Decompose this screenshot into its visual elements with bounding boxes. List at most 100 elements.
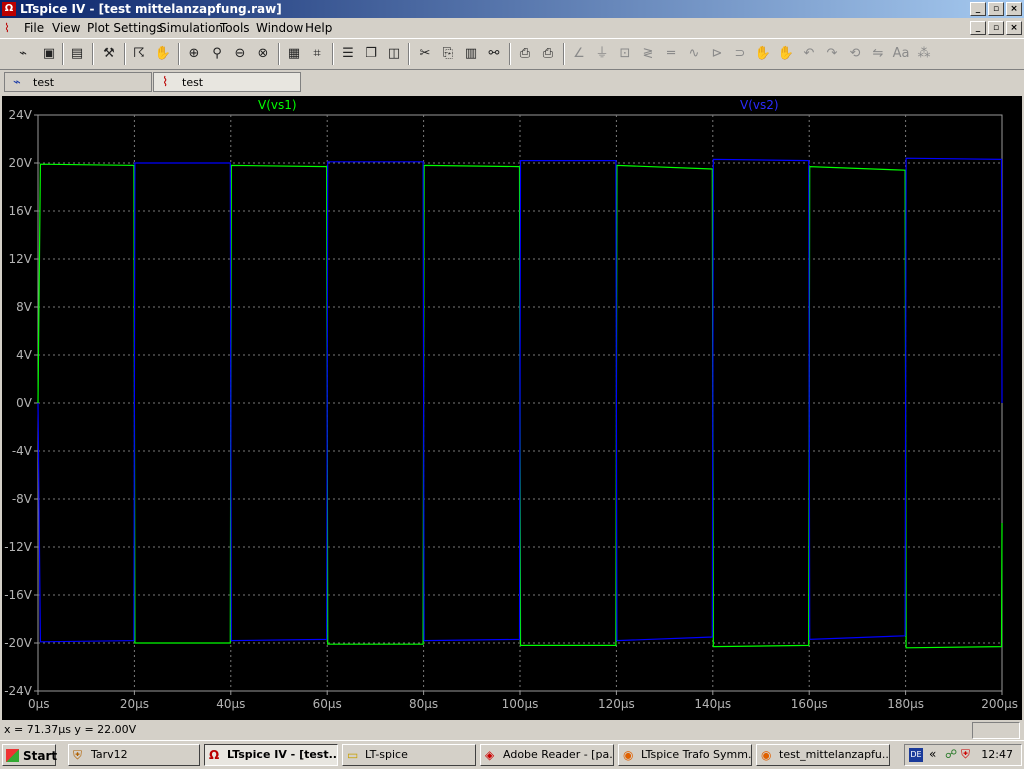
capacitor-icon[interactable]: ═ — [662, 45, 680, 63]
trace-label-vs1[interactable]: V(vs1) — [258, 98, 297, 112]
start-button[interactable]: Start — [2, 744, 57, 766]
y-axis-ticks: 24V 20V 16V 12V 8V 4V 0V -4V -8V -12V -16V -20V -24V — [4, 108, 38, 698]
menu-plot-settings[interactable]: Plot Settings — [87, 21, 163, 35]
run-icon[interactable]: ☈ — [130, 45, 148, 63]
task-ltspice[interactable]: Ω LTspice IV - [test... — [204, 744, 338, 766]
menu-view[interactable]: View — [52, 21, 80, 35]
print-icon[interactable]: ⎙ — [539, 45, 557, 63]
antivirus-shield-icon[interactable]: ⛨ — [961, 747, 970, 762]
language-indicator[interactable]: DE — [909, 748, 923, 762]
ground-icon[interactable]: ⏚ — [593, 45, 611, 63]
firefox-icon: ◉ — [623, 748, 634, 762]
task-firefox-trafo[interactable]: ◉ LTspice Trafo Symm... — [618, 744, 752, 766]
waveform-icon: ⌇ — [162, 75, 169, 90]
traces — [37, 157, 1003, 649]
menu-simulation[interactable]: Simulation — [159, 21, 223, 35]
y-tick-label: -16V — [4, 588, 33, 602]
zoom-out-icon[interactable]: ⚲ — [208, 45, 226, 63]
zoom-in-icon[interactable]: ⊕ — [185, 45, 203, 63]
task-label: Tarv12 — [91, 748, 128, 761]
mdi-close-button[interactable]: × — [1006, 21, 1022, 35]
waveform-doc-icon[interactable]: ⌇ — [4, 21, 20, 35]
move-icon[interactable]: ✋ — [754, 45, 772, 63]
zoom-fit-icon[interactable]: ⊖ — [231, 45, 249, 63]
toolbar-separator — [408, 43, 410, 65]
waveform-icon[interactable]: ⌗ — [308, 45, 326, 63]
pan-icon[interactable]: ✋ — [154, 45, 172, 63]
label-icon[interactable]: ⊡ — [616, 45, 634, 63]
task-adobe-reader[interactable]: ◈ Adobe Reader - [pa... — [480, 744, 614, 766]
hammer-icon[interactable]: ⚒ — [100, 45, 118, 63]
cut-icon[interactable]: ✂ — [416, 45, 434, 63]
y-tick-label: -24V — [4, 684, 33, 698]
drag-icon[interactable]: ✋ — [777, 45, 795, 63]
task-lt-spice-folder[interactable]: ▭ LT-spice — [342, 744, 476, 766]
y-tick-label: 12V — [9, 252, 33, 266]
mirror-icon[interactable]: ⇋ — [869, 45, 887, 63]
document-tabs: ⌁ test mittelanzapfung.asc ⌇ test mittel… — [0, 70, 1024, 109]
tab-schematic[interactable]: ⌁ test mittelanzapfung.asc — [4, 72, 152, 109]
autorange-icon[interactable]: ▦ — [285, 45, 303, 63]
x-tick-label: 120µs — [598, 697, 635, 711]
x-tick-label: 80µs — [409, 697, 438, 711]
tray-expand-icon[interactable]: « — [929, 747, 936, 761]
x-tick-label: 20µs — [120, 697, 149, 711]
trace-vvs2 — [37, 157, 1003, 643]
schematic-icon: ⌁ — [13, 75, 21, 90]
inductor-icon[interactable]: ∿ — [685, 45, 703, 63]
resistor-icon[interactable]: ≷ — [639, 45, 657, 63]
task-tarv12[interactable]: ⛨ Tarv12 — [68, 744, 200, 766]
rotate-icon[interactable]: ⟲ — [846, 45, 864, 63]
taskbar: Start ⛨ Tarv12 Ω LTspice IV - [test... ▭… — [0, 740, 1024, 769]
component-icon[interactable]: ⊃ — [731, 45, 749, 63]
waveform-chart[interactable]: 24V 20V 16V 12V 8V 4V 0V -4V -8V -12V -16V -20V -24V… — [2, 96, 1022, 720]
menu-window[interactable]: Window — [256, 21, 303, 35]
x-tick-label: 0µs — [28, 697, 50, 711]
waveform-plot-pane[interactable]: 24V 20V 16V 12V 8V 4V 0V -4V -8V -12V -16V -20V -24V… — [2, 96, 1022, 720]
tile-horizontal-icon[interactable]: ☰ — [339, 45, 357, 63]
y-tick-label: -12V — [4, 540, 33, 554]
zoom-cancel-icon[interactable]: ⊗ — [254, 45, 272, 63]
spice-directive-icon[interactable]: ⁂ — [915, 45, 933, 63]
find-icon[interactable]: ⚯ — [485, 45, 503, 63]
save-icon[interactable]: ▤ — [68, 45, 86, 63]
maximize-button[interactable]: ▫ — [988, 2, 1004, 16]
menu-file[interactable]: File — [24, 21, 44, 35]
wire-icon[interactable]: ∠ — [570, 45, 588, 63]
diode-icon[interactable]: ⊳ — [708, 45, 726, 63]
mdi-minimize-button[interactable]: _ — [970, 21, 986, 35]
new-schematic-icon[interactable]: ⌁ — [14, 45, 32, 63]
x-axis-ticks: 0µs 20µs 40µs 60µs 80µs 100µs 120µs 140µs 160µs 1… — [28, 691, 1018, 711]
menu-help[interactable]: Help — [305, 21, 332, 35]
minimize-button[interactable]: _ — [970, 2, 986, 16]
toolbar-separator — [92, 43, 94, 65]
undo-icon[interactable]: ↶ — [800, 45, 818, 63]
toolbar-separator — [278, 43, 280, 65]
copy-icon[interactable]: ⎘ — [439, 45, 457, 63]
open-icon[interactable]: ▣ — [40, 45, 58, 63]
x-tick-label: 180µs — [887, 697, 924, 711]
y-tick-label: 4V — [16, 348, 33, 362]
redo-icon[interactable]: ↷ — [823, 45, 841, 63]
text-icon[interactable]: Aa — [892, 45, 910, 63]
x-tick-label: 200µs — [981, 697, 1018, 711]
tab-waveform[interactable]: ⌇ test mittelanzapfung.raw — [153, 72, 301, 109]
toolbar-separator — [62, 43, 64, 65]
toolbar-separator — [563, 43, 565, 65]
close-button[interactable]: × — [1006, 2, 1022, 16]
menu-tools[interactable]: Tools — [220, 21, 250, 35]
paste-icon[interactable]: ▥ — [462, 45, 480, 63]
task-label: LT-spice — [365, 748, 408, 761]
y-tick-label: 20V — [9, 156, 33, 170]
mdi-restore-button[interactable]: ▫ — [988, 21, 1004, 35]
shield-icon: ⛨ — [73, 748, 83, 762]
print-preview-icon[interactable]: ⎙ — [516, 45, 534, 63]
cursor-readout: x = 71.37µs y = 22.00V — [4, 723, 137, 736]
ltspice-app-icon[interactable]: Ω — [2, 2, 16, 16]
trace-label-vs2[interactable]: V(vs2) — [740, 98, 779, 112]
network-icon[interactable]: ☍ — [945, 747, 957, 761]
task-firefox-mittelanzapfung[interactable]: ◉ test_mittelanzapfu... — [756, 744, 890, 766]
cascade-icon[interactable]: ❐ — [362, 45, 380, 63]
x-tick-label: 160µs — [791, 697, 828, 711]
tile-vertical-icon[interactable]: ◫ — [385, 45, 403, 63]
